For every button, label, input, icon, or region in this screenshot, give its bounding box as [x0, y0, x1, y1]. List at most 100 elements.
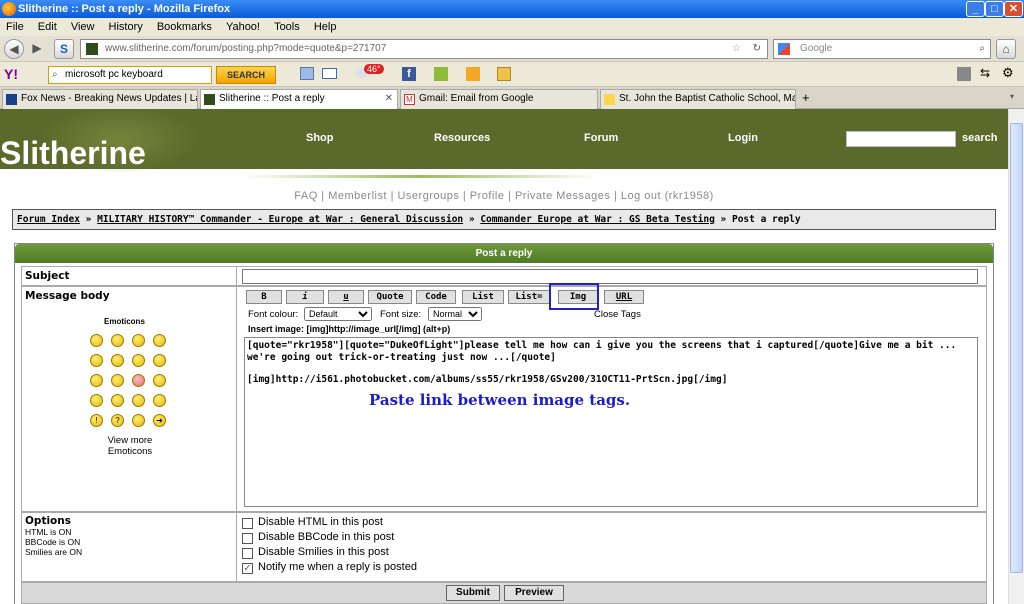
- shopping-icon[interactable]: [466, 67, 480, 81]
- menu-history[interactable]: History: [109, 21, 143, 33]
- tab-list-icon[interactable]: ▾: [1010, 92, 1014, 101]
- site-search-button[interactable]: search: [962, 132, 997, 144]
- shocked-emoticon-icon[interactable]: [90, 354, 103, 367]
- view-more-emoticons-link[interactable]: View more Emoticons: [92, 435, 168, 457]
- search-engine-input[interactable]: Google ⌕: [773, 39, 991, 59]
- bookmarks-icon[interactable]: [300, 67, 314, 80]
- new-tab-icon[interactable]: +: [802, 90, 810, 105]
- decorative-line: [240, 175, 600, 178]
- arrow-emoticon-icon[interactable]: ➜: [153, 414, 166, 427]
- yahoo-search-value: microsoft pc keyboard: [65, 69, 163, 80]
- forward-button[interactable]: ▶: [27, 39, 47, 59]
- evil-emoticon-icon[interactable]: [90, 394, 103, 407]
- vertical-scrollbar[interactable]: [1008, 109, 1024, 604]
- preview-button[interactable]: Preview: [504, 585, 564, 601]
- minimize-button[interactable]: _: [966, 1, 985, 17]
- font-colour-select[interactable]: Default: [304, 307, 372, 321]
- disable-bbcode-label: Disable BBCode in this post: [258, 531, 395, 543]
- menu-file[interactable]: File: [6, 21, 24, 33]
- close-window-button[interactable]: ✕: [1004, 1, 1023, 17]
- code-button[interactable]: Code: [416, 290, 456, 304]
- yahoo-search-input[interactable]: ⌕ microsoft pc keyboard: [48, 66, 212, 84]
- list-button[interactable]: List: [462, 290, 504, 304]
- bookmark-star-icon[interactable]: ☆: [732, 40, 741, 58]
- home-icon[interactable]: ⌂: [996, 39, 1016, 59]
- disable-bbcode-checkbox[interactable]: [242, 533, 253, 544]
- exclaim-emoticon-icon[interactable]: !: [90, 414, 103, 427]
- bbcode-status[interactable]: BBCode is ON: [25, 537, 80, 547]
- submit-button[interactable]: Submit: [446, 585, 500, 601]
- smile-emoticon-icon[interactable]: [90, 334, 103, 347]
- menu-help[interactable]: Help: [314, 21, 337, 33]
- rolleyes-emoticon-icon[interactable]: [132, 394, 145, 407]
- back-button[interactable]: ◀: [4, 39, 24, 59]
- breadcrumb-forum-index[interactable]: Forum Index: [17, 214, 80, 225]
- breadcrumb-subforum[interactable]: Commander Europe at War : GS Beta Testin…: [480, 214, 715, 225]
- quote-button[interactable]: Quote: [368, 290, 412, 304]
- tab-st-john[interactable]: St. John the Baptist Catholic School, Ma…: [600, 89, 796, 109]
- mail-icon[interactable]: [322, 68, 337, 79]
- disable-smilies-checkbox[interactable]: [242, 548, 253, 559]
- menu-tools[interactable]: Tools: [274, 21, 300, 33]
- confused-emoticon-icon[interactable]: [111, 354, 124, 367]
- settings-gear-icon[interactable]: ⚙: [1002, 65, 1014, 81]
- cry-emoticon-icon[interactable]: [153, 374, 166, 387]
- wink-emoticon-icon[interactable]: [153, 394, 166, 407]
- underline-button[interactable]: u: [328, 290, 364, 304]
- google-icon: [778, 43, 790, 55]
- forum-links[interactable]: FAQ | Memberlist | Usergroups | Profile …: [0, 190, 1008, 202]
- laughing-emoticon-icon[interactable]: [153, 354, 166, 367]
- menu-yahoo[interactable]: Yahoo!: [226, 21, 260, 33]
- nav-login[interactable]: Login: [728, 132, 758, 144]
- app-icon[interactable]: [434, 67, 448, 81]
- toolbar-menu-icon[interactable]: [957, 67, 971, 81]
- font-size-select[interactable]: Normal: [428, 307, 482, 321]
- question-emoticon-icon[interactable]: ?: [111, 414, 124, 427]
- twisted-emoticon-icon[interactable]: [111, 394, 124, 407]
- search-magnifier-icon[interactable]: ⌕: [979, 40, 985, 58]
- html-status[interactable]: HTML is ON: [25, 527, 71, 537]
- scrollbar-thumb[interactable]: [1010, 123, 1023, 573]
- embarrassed-emoticon-icon[interactable]: [132, 374, 145, 387]
- yahoo-logo-icon[interactable]: Y!: [4, 66, 18, 82]
- disable-html-checkbox[interactable]: [242, 518, 253, 529]
- idea-emoticon-icon[interactable]: [132, 414, 145, 427]
- tab-slitherine[interactable]: Slitherine :: Post a reply ✕: [200, 89, 398, 109]
- smilies-status[interactable]: Smilies are ON: [25, 547, 82, 557]
- site-logo[interactable]: Slitherine: [0, 135, 146, 172]
- italic-button[interactable]: i: [286, 290, 324, 304]
- menu-view[interactable]: View: [71, 21, 95, 33]
- bold-button[interactable]: B: [246, 290, 282, 304]
- nav-resources[interactable]: Resources: [434, 132, 490, 144]
- notify-reply-checkbox[interactable]: ✓: [242, 563, 253, 574]
- reload-icon[interactable]: ↻: [753, 40, 761, 58]
- razz-emoticon-icon[interactable]: [111, 374, 124, 387]
- close-tab-icon[interactable]: ✕: [385, 90, 393, 108]
- mad-emoticon-icon[interactable]: [90, 374, 103, 387]
- identity-icon[interactable]: S: [54, 39, 74, 59]
- window-title: Slitherine :: Post a reply - Mozilla Fir…: [18, 3, 231, 15]
- exchange-icon[interactable]: ⇆: [980, 66, 990, 80]
- menu-bookmarks[interactable]: Bookmarks: [157, 21, 212, 33]
- facebook-icon[interactable]: f: [402, 67, 416, 81]
- url-bar[interactable]: www.slitherine.com/forum/posting.php?mod…: [80, 39, 768, 59]
- close-tags-link[interactable]: Close Tags: [594, 309, 641, 320]
- url-button[interactable]: URL: [604, 290, 644, 304]
- surprised-emoticon-icon[interactable]: [153, 334, 166, 347]
- yahoo-search-button[interactable]: SEARCH: [216, 66, 276, 84]
- grin-emoticon-icon[interactable]: [111, 334, 124, 347]
- nav-shop[interactable]: Shop: [306, 132, 334, 144]
- breadcrumb-category[interactable]: MILITARY HISTORY™ Commander - Europe at …: [97, 214, 463, 225]
- list-ordered-button[interactable]: List=: [508, 290, 550, 304]
- nav-forum[interactable]: Forum: [584, 132, 618, 144]
- tab-gmail[interactable]: M Gmail: Email from Google: [400, 89, 598, 109]
- menu-edit[interactable]: Edit: [38, 21, 57, 33]
- site-search-input[interactable]: [846, 131, 956, 147]
- subject-input[interactable]: [242, 269, 978, 284]
- sad-emoticon-icon[interactable]: [132, 334, 145, 347]
- tab-foxnews[interactable]: Fox News - Breaking News Updates | Lat..…: [2, 89, 198, 109]
- cool-emoticon-icon[interactable]: [132, 354, 145, 367]
- message-textarea[interactable]: [quote="rkr1958"][quote="DukeOfLight"]pl…: [244, 337, 978, 507]
- maximize-button[interactable]: □: [985, 1, 1004, 17]
- notes-icon[interactable]: [497, 67, 511, 81]
